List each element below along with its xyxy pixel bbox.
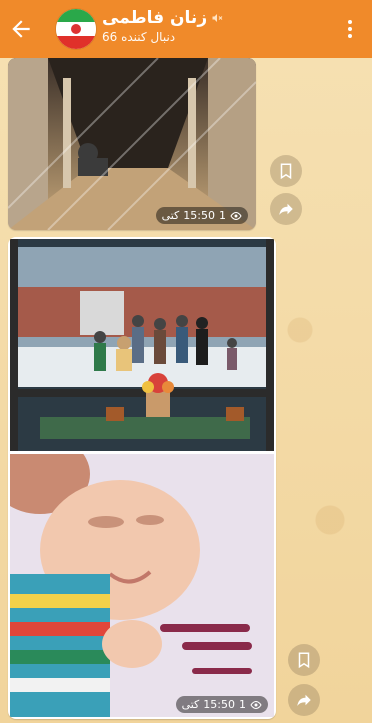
message-time: 15:50 [203,698,235,711]
message-bubble[interactable]: کتی 15:50 1 [8,58,256,230]
eye-icon [250,700,262,709]
share-arrow-icon [279,203,293,215]
view-count: 1 [239,698,246,711]
message-time: 15:50 [183,209,215,222]
channel-header: زنان فاطمی 66 دنبال کننده [0,0,372,58]
channel-title: زنان فاطمی [102,8,208,28]
share-button[interactable] [270,193,302,225]
flag-emblem-icon [71,24,81,34]
back-button[interactable] [8,16,34,42]
message-meta: کتی 15:50 1 [155,207,248,224]
message-bubble[interactable]: کتی 15:50 1 [8,237,276,719]
more-options-button[interactable] [338,17,362,41]
bookmark-icon [298,652,310,669]
message-image[interactable] [10,454,274,717]
subscriber-count: 66 دنبال کننده [102,30,176,44]
bookmark-button[interactable] [270,155,302,187]
share-arrow-icon [297,694,311,706]
message-image[interactable] [10,239,274,451]
more-vertical-icon [348,20,352,24]
bookmark-button[interactable] [288,644,320,676]
channel-avatar[interactable] [56,9,96,49]
share-button[interactable] [288,684,320,716]
channel-title-block[interactable]: زنان فاطمی 66 دنبال کننده [102,8,322,44]
view-count: 1 [219,209,226,222]
message-image[interactable] [8,58,256,230]
eye-icon [230,211,242,220]
bookmark-icon [280,163,292,180]
arrow-left-icon [12,20,30,38]
muted-speaker-icon [212,14,223,22]
message-meta: کتی 15:50 1 [175,696,268,713]
